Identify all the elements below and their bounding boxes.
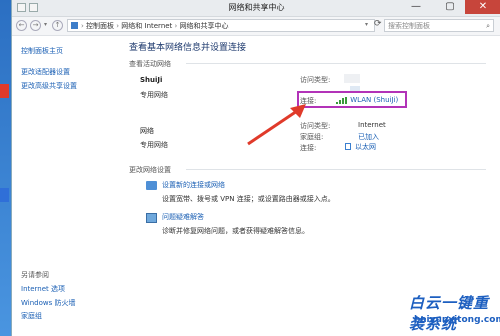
minimize-button[interactable]: — [405,0,427,14]
ethernet-connection-label[interactable]: 以太网 [355,143,376,151]
address-row: ← → ▾ ↑ › 控制面板 › 网络和 Internet › 网络和共享中心 … [12,17,500,36]
homegroup-label: 家庭组: [300,133,324,141]
watermark-url: baiyunxitong.com [414,315,500,325]
maximize-button[interactable]: ▢ [439,0,461,14]
title-bar: 网络和共享中心 — ▢ ✕ [12,0,500,17]
see-also-internet-options[interactable]: Internet 选项 [21,284,65,294]
refresh-icon[interactable]: ⟳ [374,19,382,29]
breadcrumb-item[interactable]: 网络和 Internet [121,22,172,30]
watermark-logo: 白云一键重装系统 [409,294,490,333]
sidebar-item-adapter[interactable]: 更改适配器设置 [21,67,70,77]
address-bar[interactable]: › 控制面板 › 网络和 Internet › 网络和共享中心 [67,19,375,32]
search-icon[interactable]: ⌕ [486,20,490,32]
troubleshoot-icon [146,213,157,223]
desktop-icon[interactable] [0,188,9,202]
control-panel-icon [71,22,78,29]
network-type[interactable]: 专用网络 [140,140,168,150]
address-dropdown-icon[interactable]: ▾ [365,21,368,28]
see-also-firewall[interactable]: Windows 防火墙 [21,298,75,308]
sidebar-item-sharing[interactable]: 更改高级共享设置 [21,81,77,91]
network-type[interactable]: 专用网络 [140,90,168,100]
see-also-heading: 另请参阅 [21,271,49,279]
divider [186,63,486,64]
connections-label: 连接: [300,144,317,152]
ethernet-icon [345,143,351,150]
window: 网络和共享中心 — ▢ ✕ ← → ▾ ↑ › 控制面板 › 网络和 Inter… [11,0,500,336]
access-type-value: Internet [358,121,386,129]
desktop-icon[interactable] [0,84,9,98]
desktop-strip [0,0,11,336]
see-also-homegroup[interactable]: 家庭组 [21,311,42,321]
access-type-label: 访问类型: [300,76,331,84]
troubleshoot-desc: 诊断并修复网络问题，或者获得疑难解答信息。 [162,227,309,235]
access-type-label: 访问类型: [300,122,331,130]
network-name: ShuiJi [140,76,163,84]
active-networks-label: 查看活动网络 [129,60,171,68]
highlight-box [297,91,407,108]
sidebar-item-home[interactable]: 控制面板主页 [21,46,63,56]
up-button[interactable]: ↑ [52,20,63,31]
recent-dropdown-icon[interactable]: ▾ [44,21,47,28]
close-button[interactable]: ✕ [465,0,500,14]
setup-connection-desc: 设置宽带、拨号或 VPN 连接；或设置路由器或接入点。 [162,195,335,203]
back-button[interactable]: ← [16,20,27,31]
network-name: 网络 [140,127,154,135]
search-placeholder: 搜索控制面板 [388,22,430,30]
setup-connection-link[interactable]: 设置新的连接或网络 [162,180,225,190]
page-title: 查看基本网络信息并设置连接 [129,43,247,53]
forward-button[interactable]: → [30,20,41,31]
troubleshoot-link[interactable]: 问题疑难解答 [162,212,204,222]
change-settings-label: 更改网络设置 [129,166,171,174]
homegroup-joined-link[interactable]: 已加入 [358,132,379,142]
divider [186,169,486,170]
new-connection-icon [146,181,157,190]
ethernet-connection-link[interactable]: 以太网 [345,142,376,152]
breadcrumb-item[interactable]: 控制面板 [86,22,114,30]
breadcrumb-sep-icon: › [172,22,180,30]
search-input[interactable]: 搜索控制面板 ⌕ [384,19,494,32]
breadcrumb-item[interactable]: 网络和共享中心 [180,22,229,30]
access-type-value [344,74,360,83]
